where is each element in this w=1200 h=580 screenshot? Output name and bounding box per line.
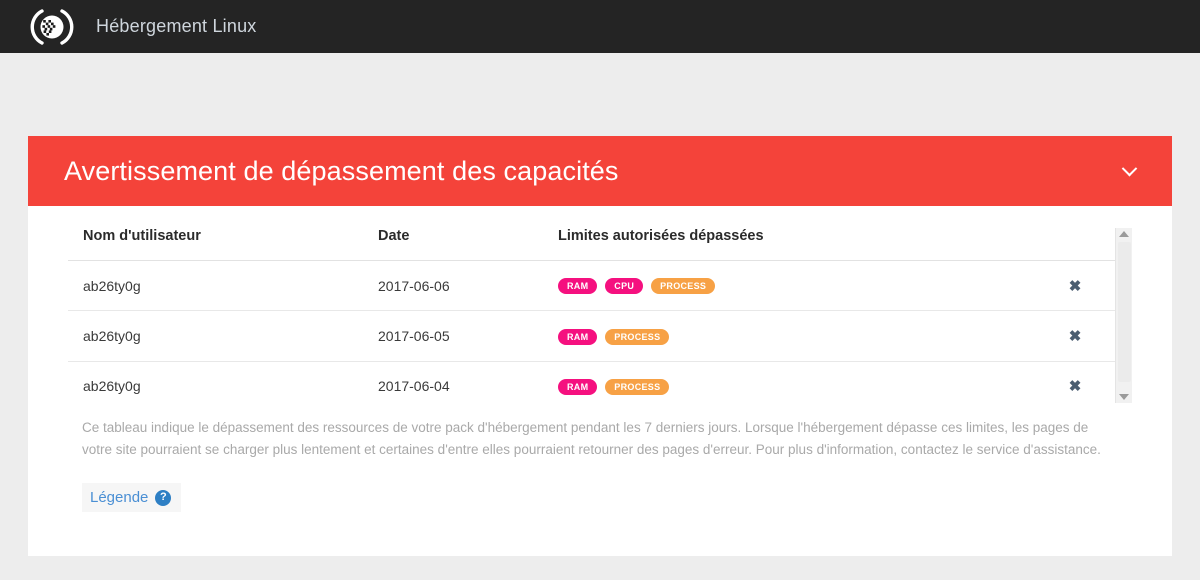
column-header-limits: Limites autorisées dépassées <box>558 228 1035 261</box>
overage-warning-panel: Avertissement de dépassement des capacit… <box>28 136 1172 556</box>
close-icon[interactable]: ✖ <box>1069 279 1082 294</box>
brand-title: Hébergement Linux <box>96 16 257 36</box>
badge-ram: RAM <box>558 378 598 395</box>
table-row: ab26ty0g 2017-06-06 RAM CPU PROCESS ✖ <box>68 260 1115 312</box>
cell-date: 2017-06-05 <box>378 310 558 362</box>
table-scrollbar[interactable] <box>1115 228 1132 403</box>
cell-username: ab26ty0g <box>68 361 378 403</box>
close-icon[interactable]: ✖ <box>1069 379 1082 394</box>
panel-footer-spacer <box>68 512 1132 556</box>
cell-username: ab26ty0g <box>68 260 378 312</box>
scroll-up-arrow-icon[interactable] <box>1119 231 1129 237</box>
cell-dismiss: ✖ <box>1035 260 1115 312</box>
close-icon[interactable]: ✖ <box>1069 329 1082 344</box>
cell-dismiss: ✖ <box>1035 361 1115 403</box>
cell-username: ab26ty0g <box>68 310 378 362</box>
badge-process: PROCESS <box>605 328 670 345</box>
table-body: ab26ty0g 2017-06-06 RAM CPU PROCESS ✖ ab… <box>68 260 1115 403</box>
globe-bracket-logo-icon[interactable] <box>30 5 74 49</box>
legend-button-label: Légende <box>90 489 149 506</box>
question-circle-icon: ? <box>155 489 172 506</box>
cell-dismiss: ✖ <box>1035 310 1115 362</box>
top-navbar: Hébergement Linux <box>0 0 1200 53</box>
table-scroll-area: Nom d'utilisateur Date Limites autorisée… <box>68 228 1115 403</box>
scrollbar-thumb[interactable] <box>1118 242 1131 382</box>
panel-body: Nom d'utilisateur Date Limites autorisée… <box>28 206 1172 556</box>
cell-date: 2017-06-06 <box>378 260 558 312</box>
badge-cpu: CPU <box>605 278 644 295</box>
table-header-row: Nom d'utilisateur Date Limites autorisée… <box>68 228 1115 261</box>
chevron-down-icon[interactable] <box>1114 156 1144 186</box>
badge-ram: RAM <box>558 328 598 345</box>
column-header-actions <box>1035 228 1115 261</box>
scroll-down-arrow-icon[interactable] <box>1119 394 1129 400</box>
column-header-username: Nom d'utilisateur <box>68 228 378 261</box>
explanatory-note: Ce tableau indique le dépassement des re… <box>82 420 1101 457</box>
page-container: Avertissement de dépassement des capacit… <box>0 53 1200 556</box>
chevron-glyph <box>1121 160 1137 176</box>
table-row: ab26ty0g 2017-06-04 RAM PROCESS ✖ <box>68 361 1115 403</box>
page-title: Avertissement de dépassement des capacit… <box>64 155 619 186</box>
panel-header: Avertissement de dépassement des capacit… <box>28 136 1172 206</box>
badge-ram: RAM <box>558 278 598 295</box>
cell-limits: RAM PROCESS <box>558 361 1035 403</box>
badge-process: PROCESS <box>605 378 670 395</box>
badge-process: PROCESS <box>651 278 716 295</box>
table-container: Nom d'utilisateur Date Limites autorisée… <box>68 228 1132 403</box>
table-row: ab26ty0g 2017-06-05 RAM PROCESS ✖ <box>68 310 1115 362</box>
column-header-date: Date <box>378 228 558 261</box>
overage-table: Nom d'utilisateur Date Limites autorisée… <box>68 228 1115 403</box>
cell-date: 2017-06-04 <box>378 361 558 403</box>
cell-limits: RAM CPU PROCESS <box>558 260 1035 312</box>
legend-button[interactable]: Légende ? <box>82 483 182 512</box>
cell-limits: RAM PROCESS <box>558 310 1035 362</box>
